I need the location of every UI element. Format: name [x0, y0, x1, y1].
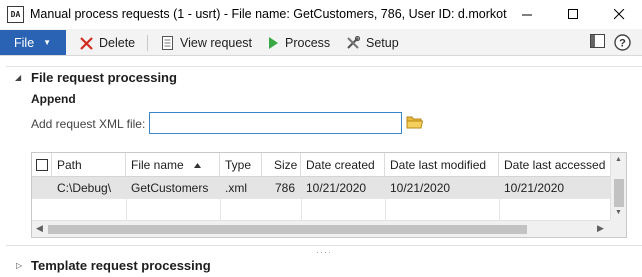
setup-label: Setup — [366, 36, 399, 50]
column-header-date-modified[interactable]: Date last modified — [385, 153, 499, 177]
minimize-button[interactable] — [504, 0, 550, 29]
scroll-right-icon[interactable]: ▶ — [597, 223, 604, 234]
file-menu-button[interactable]: File ▼ — [0, 30, 66, 55]
layout-icon — [590, 34, 605, 48]
action-pane: File ▼ Delete View request Process Setup… — [0, 29, 642, 56]
row-divider — [32, 198, 610, 199]
cell-file-name: GetCustomers — [131, 180, 209, 195]
maximize-icon — [567, 9, 578, 19]
toolbar-divider — [147, 35, 148, 51]
cell-path: C:\Debug\ — [57, 180, 112, 195]
column-divider — [385, 198, 386, 220]
setup-button[interactable]: Setup — [346, 33, 399, 53]
template-request-section-header[interactable]: ▷ Template request processing — [0, 254, 642, 276]
collapse-arrow-icon: ◢ — [15, 72, 22, 82]
column-header-type[interactable]: Type — [220, 153, 262, 177]
layout-toggle-button[interactable] — [590, 34, 605, 52]
help-button[interactable]: ? — [614, 34, 631, 54]
horizontal-scrollbar[interactable]: ◀ ▶ — [32, 220, 610, 237]
tools-icon — [347, 36, 360, 49]
pane-splitter[interactable]: ···· — [6, 245, 642, 257]
browse-folder-button[interactable] — [406, 115, 424, 132]
delete-icon — [80, 36, 93, 50]
table-row[interactable]: C:\Debug\ GetCustomers .xml 786 10/21/20… — [32, 177, 610, 198]
delete-label: Delete — [99, 36, 136, 50]
cell-date-created: 10/21/2020 — [306, 180, 367, 195]
maximize-button[interactable] — [550, 0, 596, 29]
xml-file-input[interactable] — [149, 112, 402, 134]
scrollbar-corner — [610, 220, 626, 237]
file-request-section-header[interactable]: ◢ File request processing — [0, 66, 642, 88]
column-divider — [499, 198, 500, 220]
file-menu-label: File — [14, 35, 35, 50]
column-header-date-created[interactable]: Date created — [301, 153, 385, 177]
play-icon — [269, 37, 278, 49]
process-button[interactable]: Process — [268, 33, 330, 53]
column-divider — [220, 198, 221, 220]
grid-header: Path File name Type Size Date created Da… — [32, 153, 626, 177]
column-header-date-accessed[interactable]: Date last accessed — [499, 153, 610, 177]
folder-icon — [406, 116, 424, 129]
scroll-up-icon[interactable]: ▲ — [615, 156, 622, 163]
cell-date-modified: 10/21/2020 — [390, 180, 451, 195]
minimize-icon — [521, 14, 532, 16]
close-button[interactable] — [596, 0, 642, 29]
cell-type: .xml — [225, 180, 247, 195]
append-group-label: Append — [31, 92, 76, 106]
window-title: Manual process requests (1 - usrt) - Fil… — [30, 7, 507, 21]
expand-arrow-icon: ▷ — [16, 260, 23, 270]
column-header-path[interactable]: Path — [52, 153, 126, 177]
sort-ascending-icon — [193, 162, 201, 168]
delete-button[interactable]: Delete — [80, 33, 135, 53]
app-icon: DA — [7, 6, 24, 23]
chevron-down-icon: ▼ — [43, 38, 52, 47]
file-request-section-title: File request processing — [31, 69, 177, 85]
cell-date-accessed: 10/21/2020 — [504, 180, 565, 195]
scroll-left-icon[interactable]: ◀ — [36, 223, 43, 234]
vertical-scroll-thumb[interactable] — [614, 179, 624, 207]
close-icon — [613, 9, 624, 20]
select-all-checkbox[interactable] — [36, 159, 48, 171]
horizontal-scroll-thumb[interactable] — [48, 225, 527, 234]
column-header-file-name-label: File name — [131, 158, 184, 172]
svg-text:?: ? — [619, 38, 626, 50]
title-bar: DA Manual process requests (1 - usrt) - … — [0, 0, 642, 29]
help-icon: ? — [614, 34, 631, 51]
column-divider — [126, 198, 127, 220]
template-request-section-title: Template request processing — [31, 257, 211, 273]
cell-size: 786 — [274, 180, 295, 195]
scroll-down-icon[interactable]: ▼ — [615, 209, 622, 216]
document-icon — [162, 36, 173, 50]
column-divider — [301, 198, 302, 220]
vertical-scrollbar[interactable]: ▲ ▼ — [610, 153, 626, 220]
select-all-cell — [32, 153, 52, 177]
column-header-size[interactable]: Size — [262, 153, 301, 177]
column-header-file-name[interactable]: File name — [126, 153, 220, 177]
xml-file-label: Add request XML file: — [31, 117, 146, 131]
files-grid: Path File name Type Size Date created Da… — [31, 152, 627, 238]
process-label: Process — [285, 36, 331, 50]
view-request-button[interactable]: View request — [162, 33, 252, 53]
view-request-label: View request — [180, 36, 253, 50]
